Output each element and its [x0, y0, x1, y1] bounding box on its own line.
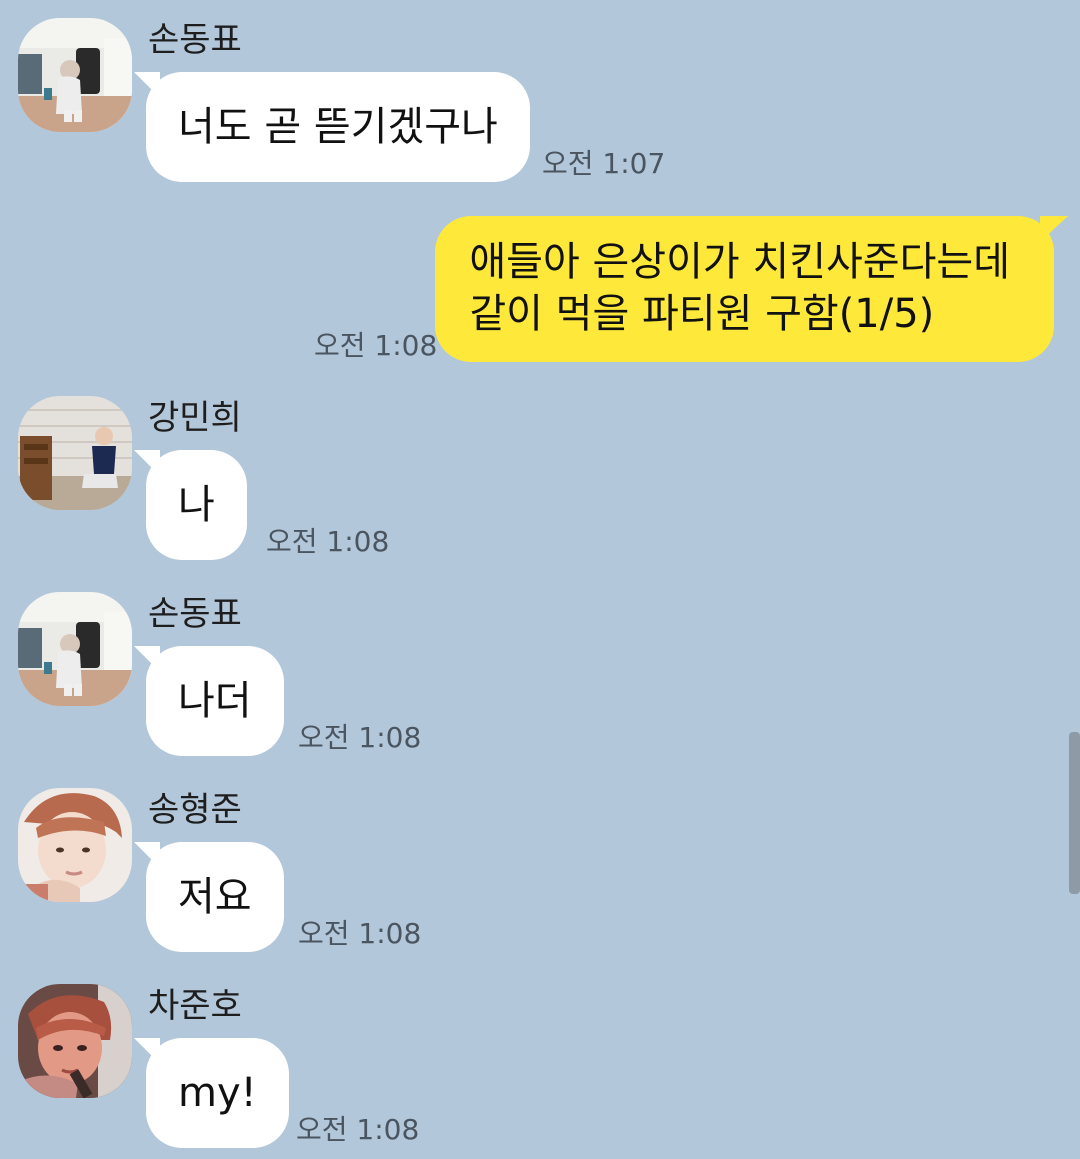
- message-time: 오전 1:08: [296, 1113, 420, 1146]
- message-line: 같이 먹을 파티원 구함(1/5): [469, 291, 935, 337]
- avatar[interactable]: [18, 592, 132, 706]
- sender-name: 송형준: [148, 790, 242, 830]
- message-bubble[interactable]: 너도 곧 뜯기겠구나: [134, 72, 530, 182]
- scrollbar[interactable]: [1069, 732, 1080, 894]
- sender-name: 손동표: [148, 20, 242, 60]
- sender-name: 차준호: [148, 986, 242, 1026]
- avatar[interactable]: [18, 396, 132, 510]
- avatar[interactable]: [18, 984, 132, 1098]
- sender-name: 손동표: [148, 594, 242, 634]
- message-bubble[interactable]: my!: [134, 1038, 289, 1148]
- sender-name: 강민희: [148, 398, 242, 438]
- avatar[interactable]: [18, 18, 132, 132]
- message-line: 애들아 은상이가 치킨사준다는데: [469, 239, 1010, 285]
- message-time: 오전 1:08: [298, 721, 422, 754]
- message-bubble[interactable]: 저요: [134, 842, 284, 952]
- message-time: 오전 1:07: [542, 147, 666, 180]
- avatar-photo-icon: [18, 984, 132, 1098]
- message-time: 오전 1:08: [298, 917, 422, 950]
- avatar-photo-icon: [18, 788, 132, 902]
- message-time: 오전 1:08: [314, 329, 438, 362]
- avatar-photo-icon: [18, 396, 132, 510]
- message-bubble[interactable]: 나더: [134, 646, 284, 756]
- avatar[interactable]: [18, 788, 132, 902]
- message-bubble[interactable]: 나: [134, 450, 247, 560]
- avatar-photo-icon: [18, 592, 132, 706]
- my-message-bubble[interactable]: 애들아 은상이가 치킨사준다는데 같이 먹을 파티원 구함(1/5): [435, 216, 1068, 362]
- message-time: 오전 1:08: [266, 525, 390, 558]
- avatar-photo-icon: [18, 18, 132, 132]
